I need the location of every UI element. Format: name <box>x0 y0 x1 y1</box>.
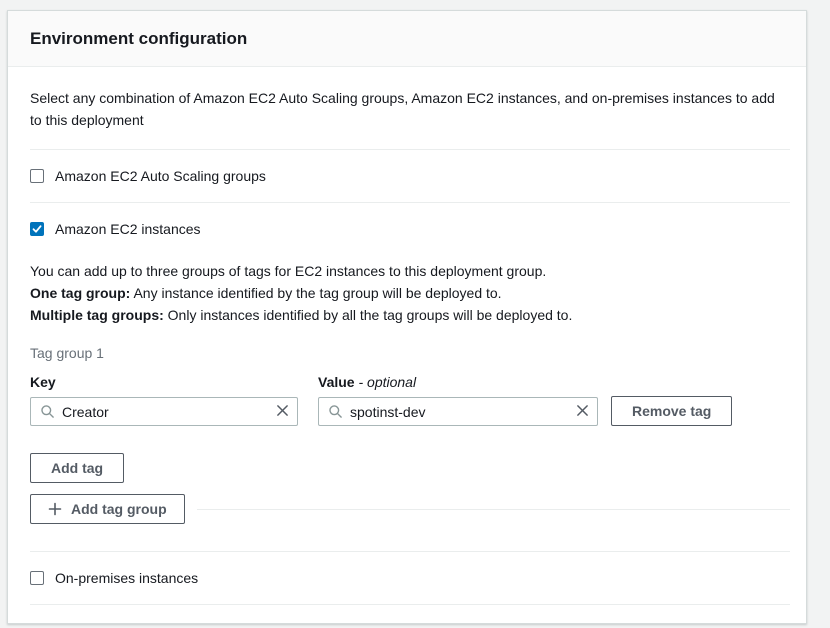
on-premises-checkbox[interactable] <box>30 571 44 585</box>
value-clear-button[interactable] <box>576 404 589 420</box>
remove-tag-button[interactable]: Remove tag <box>611 396 732 426</box>
tag-help-intro: You can add up to three groups of tags f… <box>30 260 790 282</box>
tag-fields-row: Key Value - optional <box>30 372 790 426</box>
panel-description: Select any combination of Amazon EC2 Aut… <box>30 87 786 131</box>
on-premises-label: On-premises instances <box>55 569 198 587</box>
add-tag-button[interactable]: Add tag <box>30 453 124 483</box>
value-optional-label: - optional <box>358 374 416 390</box>
panel-header: Environment configuration <box>8 11 806 67</box>
key-label: Key <box>30 372 298 392</box>
auto-scaling-groups-label: Amazon EC2 Auto Scaling groups <box>55 167 266 185</box>
checkbox-row-on-premises[interactable]: On-premises instances <box>30 552 790 604</box>
key-clear-button[interactable] <box>276 404 289 420</box>
ec2-instances-checkbox[interactable] <box>30 222 44 236</box>
key-input[interactable] <box>62 404 270 420</box>
value-field: Value - optional <box>318 372 598 426</box>
divider <box>30 604 790 605</box>
panel-title: Environment configuration <box>30 29 247 49</box>
ec2-instances-label: Amazon EC2 instances <box>55 220 201 238</box>
search-icon <box>328 404 343 419</box>
checkmark-icon <box>32 224 42 234</box>
tag-help-multiple-tag-groups: Multiple tag groups: Only instances iden… <box>30 304 790 326</box>
value-input[interactable] <box>350 404 570 420</box>
add-tag-group-label: Add tag group <box>71 501 167 517</box>
plus-icon <box>48 502 62 516</box>
checkbox-row-ec2-instances[interactable]: Amazon EC2 instances <box>30 203 790 250</box>
checkbox-row-auto-scaling-groups[interactable]: Amazon EC2 Auto Scaling groups <box>30 150 790 202</box>
close-icon <box>576 404 589 420</box>
key-field: Key <box>30 372 298 426</box>
value-label: Value - optional <box>318 372 598 392</box>
add-tag-group-button[interactable]: Add tag group <box>30 494 185 524</box>
tag-help-text: You can add up to three groups of tags f… <box>30 260 790 326</box>
key-search-box <box>30 397 298 426</box>
close-icon <box>276 404 289 420</box>
search-icon <box>40 404 55 419</box>
tag-help-one-tag-group: One tag group: Any instance identified b… <box>30 282 790 304</box>
tag-group-title: Tag group 1 <box>30 343 790 363</box>
auto-scaling-groups-checkbox[interactable] <box>30 169 44 183</box>
value-search-box <box>318 397 598 426</box>
add-tag-group-row: Add tag group <box>30 494 790 524</box>
environment-configuration-panel: Environment configuration Select any com… <box>7 10 807 624</box>
horizontal-rule <box>197 509 790 510</box>
panel-body: Select any combination of Amazon EC2 Aut… <box>8 67 806 623</box>
